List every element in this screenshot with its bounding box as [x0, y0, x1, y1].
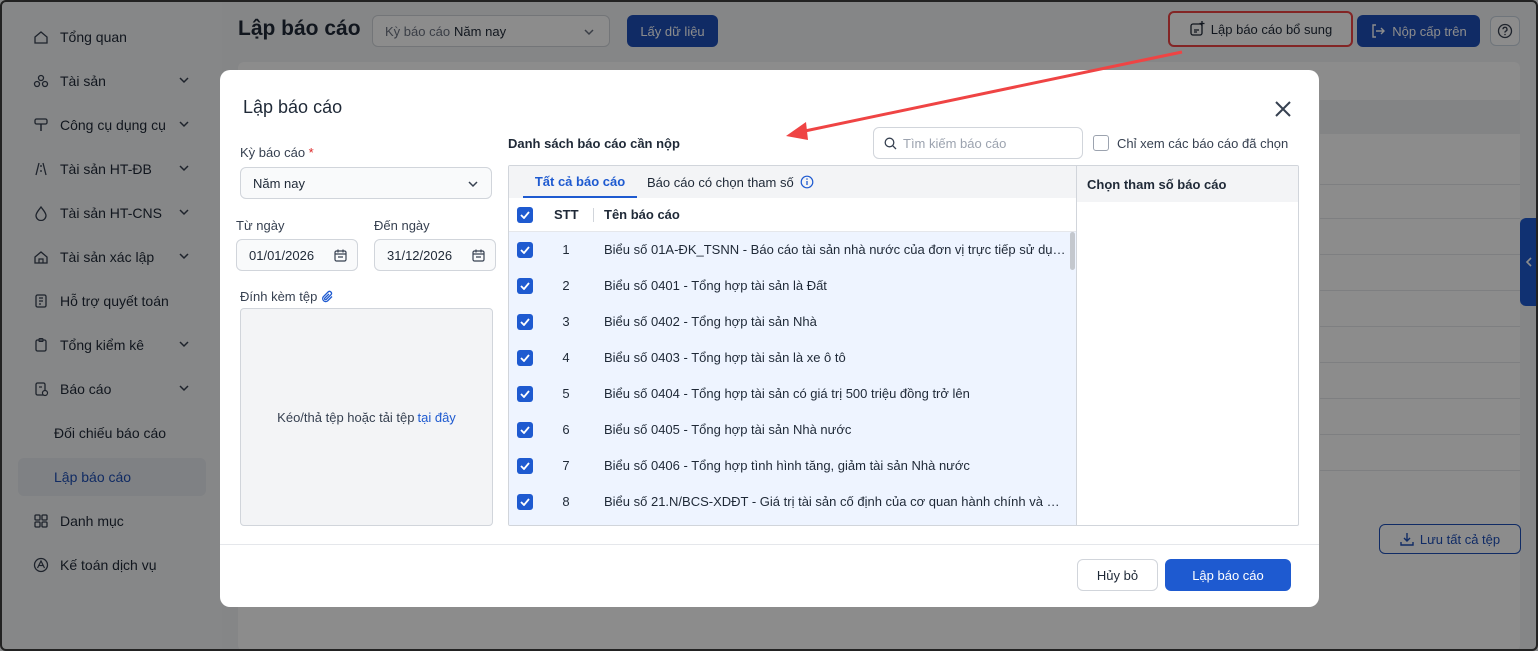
file-dropzone[interactable]: Kéo/thả tệp hoặc tải tệp tại đây — [240, 308, 493, 526]
report-table: Tất cả báo cáo Báo cáo có chọn tham số S… — [509, 166, 1076, 525]
period-dropdown-value: Năm nay — [253, 175, 306, 191]
row-report-name: Biểu số 01A-ĐK_TSNN - Báo cáo tài sản nh… — [604, 242, 1066, 257]
from-date-value: 01/01/2026 — [249, 247, 315, 263]
only-selected-label: Chỉ xem các báo cáo đã chọn — [1117, 135, 1289, 151]
row-checkbox[interactable] — [517, 242, 533, 258]
row-report-name: Biểu số 0404 - Tổng hợp tài sản có giá t… — [604, 386, 970, 401]
table-row[interactable]: 1 Biểu số 01A-ĐK_TSNN - Báo cáo tài sản n… — [509, 232, 1076, 268]
table-row[interactable]: 4 Biểu số 0403 - Tổng hợp tài sản là xe ô… — [509, 340, 1076, 376]
check-icon — [520, 354, 530, 362]
calendar-icon — [334, 249, 347, 262]
table-body: 1 Biểu số 01A-ĐK_TSNN - Báo cáo tài sản n… — [509, 232, 1076, 525]
table-header: STT Tên báo cáo — [509, 198, 1076, 232]
column-divider — [593, 208, 594, 222]
to-date-label: Đến ngày — [374, 218, 430, 233]
from-date-input[interactable]: 01/01/2026 — [236, 239, 358, 271]
table-row[interactable]: 6 Biểu số 0405 - Tổng hợp tài sản Nhà nướ… — [509, 412, 1076, 448]
param-panel: Chọn tham số báo cáo — [1076, 166, 1298, 525]
check-icon — [520, 390, 530, 398]
row-stt: 2 — [562, 278, 570, 293]
attach-file-label: Đính kèm tệp — [240, 289, 335, 304]
info-icon — [800, 175, 814, 189]
row-stt: 4 — [562, 350, 570, 365]
required-mark: * — [308, 145, 314, 160]
check-icon — [520, 282, 530, 290]
row-checkbox[interactable] — [517, 386, 533, 402]
dropzone-text: Kéo/thả tệp hoặc tải tệp — [277, 409, 415, 425]
period-dropdown[interactable]: Năm nay — [240, 167, 492, 199]
table-row[interactable]: 2 Biểu số 0401 - Tổng hợp tài sản là Đất — [509, 268, 1076, 304]
check-icon — [520, 211, 530, 219]
search-placeholder: Tìm kiếm báo cáo — [903, 135, 1007, 151]
table-row[interactable]: 7 Biểu số 0406 - Tổng hợp tình hình tăng,… — [509, 448, 1076, 484]
select-all-checkbox[interactable] — [517, 207, 533, 223]
to-date-value: 31/12/2026 — [387, 247, 453, 263]
modal-title: Lập báo cáo — [243, 97, 343, 117]
tab-param-reports[interactable]: Báo cáo có chọn tham số — [647, 166, 814, 198]
row-stt: 5 — [562, 386, 570, 401]
column-stt: STT — [554, 207, 579, 222]
create-report-modal: Lập báo cáo Kỳ báo cáo * Năm nay Từ ngày… — [220, 70, 1319, 607]
row-report-name: Biểu số 0403 - Tổng hợp tài sản là xe ô … — [604, 350, 846, 365]
row-checkbox[interactable] — [517, 350, 533, 366]
param-panel-title: Chọn tham số báo cáo — [1077, 166, 1298, 202]
from-date-label: Từ ngày — [236, 218, 285, 233]
period-field-label: Kỳ báo cáo * — [240, 145, 314, 160]
footer-divider — [220, 544, 1319, 545]
row-report-name: Biểu số 21.N/BCS-XDĐT - Giá trị tài sản … — [604, 494, 1066, 509]
table-row[interactable]: 3 Biểu số 0402 - Tổng hợp tài sản Nhà — [509, 304, 1076, 340]
check-icon — [520, 426, 530, 434]
calendar-icon — [472, 249, 485, 262]
check-icon — [520, 462, 530, 470]
paperclip-icon — [322, 290, 333, 302]
row-checkbox[interactable] — [517, 278, 533, 294]
upload-link[interactable]: tại đây — [418, 410, 456, 425]
checkbox-box[interactable] — [1093, 135, 1109, 151]
row-stt: 7 — [562, 458, 570, 473]
report-list-label: Danh sách báo cáo cần nộp — [508, 136, 680, 151]
row-checkbox[interactable] — [517, 494, 533, 510]
column-name: Tên báo cáo — [604, 207, 680, 222]
period-label-text: Kỳ báo cáo — [240, 145, 306, 160]
tab-param-label: Báo cáo có chọn tham số — [647, 174, 794, 190]
row-checkbox[interactable] — [517, 314, 533, 330]
scrollbar[interactable] — [1070, 232, 1075, 270]
row-report-name: Biểu số 0402 - Tổng hợp tài sản Nhà — [604, 314, 817, 329]
row-stt: 3 — [562, 314, 570, 329]
check-icon — [520, 246, 530, 254]
check-icon — [520, 318, 530, 326]
row-checkbox[interactable] — [517, 422, 533, 438]
table-row[interactable]: 8 Biểu số 21.N/BCS-XDĐT - Giá trị tài sản… — [509, 484, 1076, 520]
row-stt: 8 — [562, 494, 570, 509]
tab-all-reports[interactable]: Tất cả báo cáo — [523, 166, 637, 198]
row-report-name: Biểu số 0406 - Tổng hợp tình hình tăng, … — [604, 458, 970, 473]
only-selected-checkbox[interactable]: Chỉ xem các báo cáo đã chọn — [1093, 135, 1288, 151]
row-report-name: Biểu số 0401 - Tổng hợp tài sản là Đất — [604, 278, 827, 293]
row-stt: 1 — [562, 242, 570, 257]
to-date-input[interactable]: 31/12/2026 — [374, 239, 496, 271]
create-report-button[interactable]: Lập báo cáo — [1165, 559, 1291, 591]
cancel-button[interactable]: Hủy bỏ — [1077, 559, 1158, 591]
close-icon[interactable] — [1272, 98, 1294, 120]
attach-label-text: Đính kèm tệp — [240, 289, 318, 304]
table-row[interactable]: 5 Biểu số 0404 - Tổng hợp tài sản có giá … — [509, 376, 1076, 412]
check-icon — [520, 498, 530, 506]
row-stt: 6 — [562, 422, 570, 437]
row-report-name: Biểu số 0405 - Tổng hợp tài sản Nhà nước — [604, 422, 852, 437]
search-icon — [884, 137, 897, 149]
report-list: Tất cả báo cáo Báo cáo có chọn tham số S… — [508, 165, 1299, 526]
report-search-input[interactable]: Tìm kiếm báo cáo — [873, 127, 1083, 159]
report-tabs: Tất cả báo cáo Báo cáo có chọn tham số — [509, 166, 1076, 198]
row-checkbox[interactable] — [517, 458, 533, 474]
chevron-down-icon — [468, 181, 478, 188]
